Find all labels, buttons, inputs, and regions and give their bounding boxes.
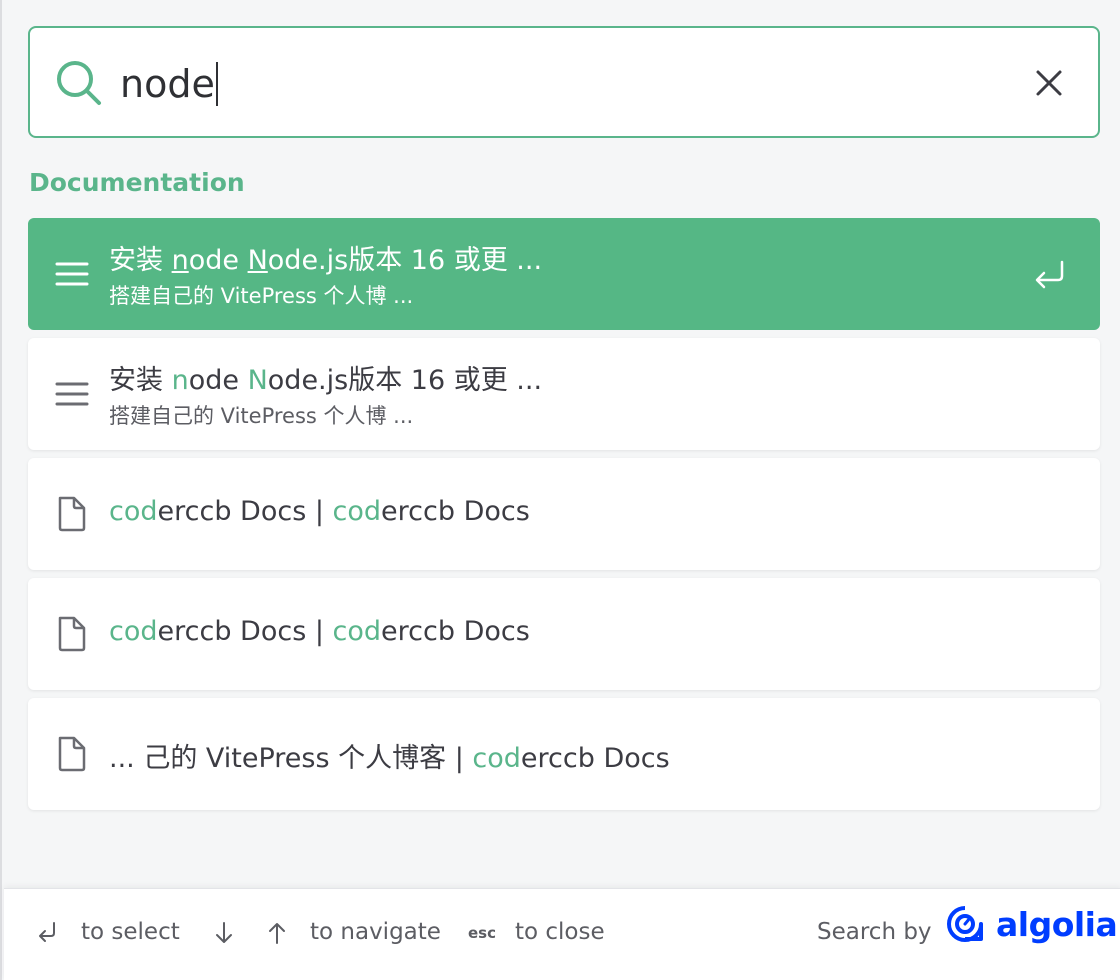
hit-path: 搭建自己的 VitePress 个人博 ...: [109, 404, 414, 428]
esc-key-icon: esc: [468, 924, 496, 942]
search-hit-1[interactable]: 安装 node Node.js版本 16 或更 ... 搭建自己的 VitePr…: [28, 338, 1100, 450]
algolia-wordmark: algolia: [996, 905, 1118, 944]
hit-title: ... 己的 VitePress 个人博客 | coderccb Docs: [109, 743, 670, 774]
algolia-logo[interactable]: algolia: [946, 903, 1118, 944]
hit-title: coderccb Docs | coderccb Docs: [109, 496, 530, 527]
search-by-label: Search by: [817, 919, 932, 945]
document-icon: [58, 736, 86, 772]
arrow-down-icon: [216, 922, 232, 943]
search-hit-2[interactable]: coderccb Docs | coderccb Docs: [28, 458, 1100, 570]
hash-lines-icon: [55, 382, 89, 406]
search-icon: [57, 61, 101, 105]
search-footer: to select to navigate esc to close Searc…: [4, 888, 1120, 980]
close-hint: to close: [515, 919, 605, 945]
hash-lines-icon: [55, 262, 89, 286]
search-hit-3[interactable]: coderccb Docs | coderccb Docs: [28, 578, 1100, 690]
algolia-mark-icon: [947, 906, 983, 942]
document-icon: [58, 496, 86, 532]
search-modal: node Documentation 安装 node Node.js版本 16 …: [0, 0, 1120, 980]
arrow-up-icon: [269, 923, 285, 944]
search-query-text: node: [120, 62, 215, 106]
hit-title: coderccb Docs | coderccb Docs: [109, 616, 530, 647]
hit-title: 安装 node Node.js版本 16 或更 ...: [109, 365, 543, 396]
enter-key-icon: [39, 922, 55, 942]
search-hit-0[interactable]: 安装 node Node.js版本 16 或更 ... 搭建自己的 VitePr…: [28, 218, 1100, 330]
section-title: Documentation: [29, 168, 245, 197]
search-input[interactable]: node: [120, 56, 218, 112]
navigate-hint: to navigate: [310, 919, 441, 945]
search-bar[interactable]: node: [28, 26, 1100, 138]
hit-path: 搭建自己的 VitePress 个人博 ...: [109, 284, 414, 308]
hit-title: 安装 node Node.js版本 16 或更 ...: [109, 245, 543, 276]
search-hit-4[interactable]: ... 己的 VitePress 个人博客 | coderccb Docs: [28, 698, 1100, 810]
clear-search-button[interactable]: [1030, 64, 1068, 102]
text-caret: [215, 61, 218, 106]
enter-icon: [1035, 260, 1064, 289]
document-icon: [58, 616, 86, 652]
select-hint: to select: [81, 919, 180, 945]
